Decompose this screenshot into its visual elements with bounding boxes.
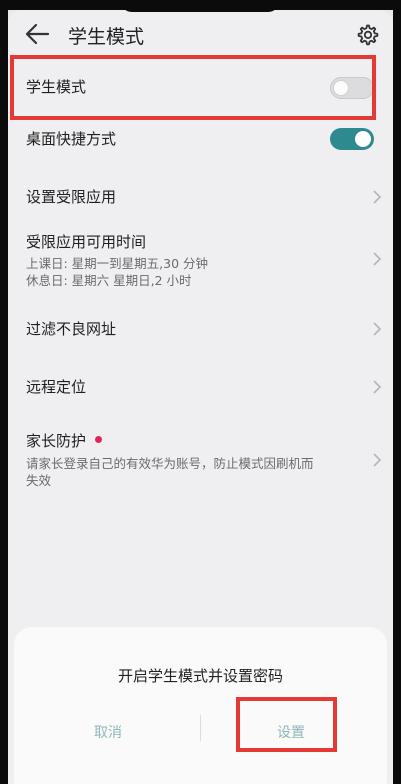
desktop-shortcut-label: 桌面快捷方式 bbox=[26, 130, 117, 148]
restricted-apps-label: 设置受限应用 bbox=[26, 188, 117, 206]
arrow-left-icon[interactable] bbox=[24, 22, 50, 46]
filter-urls-label: 过滤不良网址 bbox=[26, 320, 117, 338]
app-header: 学生模式 bbox=[8, 10, 393, 60]
gear-icon[interactable] bbox=[355, 23, 379, 47]
weekday-time-text: 上课日: 星期一到星期五,30 分钟 bbox=[26, 256, 209, 271]
screen: 学生模式 学生模式 桌面快捷方式 设置受限应用 受限应用可用时间 上课日: 星期… bbox=[8, 10, 393, 784]
page-title: 学生模式 bbox=[68, 26, 145, 48]
remote-location-label: 远程定位 bbox=[26, 378, 87, 396]
desktop-shortcut-toggle[interactable] bbox=[330, 128, 374, 150]
row-available-time[interactable]: 受限应用可用时间 上课日: 星期一到星期五,30 分钟 休息日: 星期六 星期日… bbox=[26, 231, 382, 289]
row-remote-location[interactable]: 远程定位 bbox=[26, 376, 382, 400]
confirm-dialog: 开启学生模式并设置密码 取消 设置 bbox=[14, 627, 387, 784]
toggle-knob bbox=[355, 131, 371, 147]
chevron-right-icon bbox=[372, 379, 382, 395]
row-parental-protection[interactable]: 家长防护 请家长登录自己的有效华为账号，防止模式因刷机而 失效 bbox=[26, 430, 382, 494]
weekend-time-text: 休息日: 星期六 星期日,2 小时 bbox=[26, 273, 192, 288]
row-restricted-apps[interactable]: 设置受限应用 bbox=[26, 186, 382, 210]
parental-protection-desc-line2: 失效 bbox=[26, 473, 52, 488]
student-mode-highlight bbox=[10, 55, 376, 120]
parental-protection-desc-line1: 请家长登录自己的有效华为账号，防止模式因刷机而 bbox=[26, 456, 314, 471]
chevron-right-icon bbox=[372, 321, 382, 337]
parental-protection-label: 家长防护 bbox=[26, 432, 87, 450]
device-notch bbox=[120, 0, 280, 12]
set-button-highlight bbox=[236, 697, 337, 752]
row-filter-urls[interactable]: 过滤不良网址 bbox=[26, 318, 382, 342]
available-time-label: 受限应用可用时间 bbox=[26, 233, 147, 251]
chevron-right-icon bbox=[372, 452, 382, 468]
dialog-message: 开启学生模式并设置密码 bbox=[117, 667, 283, 685]
device-frame-right bbox=[393, 0, 401, 784]
dialog-divider bbox=[200, 715, 201, 741]
chevron-right-icon bbox=[372, 251, 382, 267]
device-frame-left bbox=[0, 0, 8, 784]
row-desktop-shortcut: 桌面快捷方式 bbox=[26, 128, 376, 152]
chevron-right-icon bbox=[372, 189, 382, 205]
notification-dot bbox=[95, 436, 103, 443]
parental-protection-title: 家长防护 bbox=[26, 430, 376, 451]
cancel-button[interactable]: 取消 bbox=[94, 722, 122, 742]
